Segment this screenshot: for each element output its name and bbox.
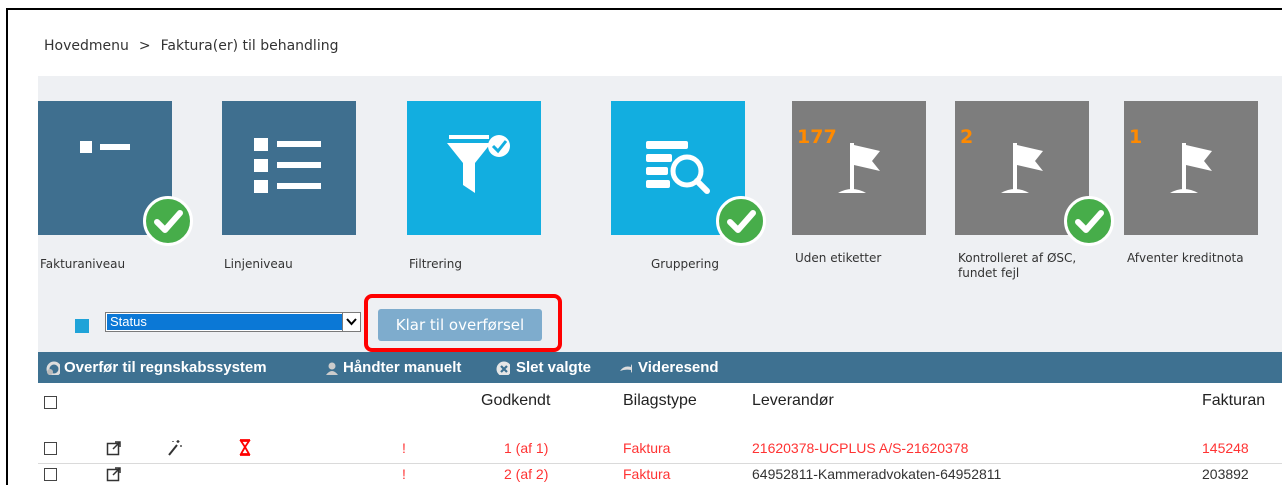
transfer-button[interactable]: Overfør til regnskabssystem bbox=[64, 359, 267, 376]
tile-label-fakturaniveau: Fakturaniveau bbox=[40, 257, 126, 271]
row-supplier: 21620378-UCPLUS A/S-21620378 bbox=[752, 440, 969, 456]
flag-icon bbox=[838, 143, 880, 193]
tile-label-gruppering: Gruppering bbox=[651, 257, 719, 271]
select-all-checkbox[interactable] bbox=[44, 396, 57, 409]
row-checkbox[interactable] bbox=[44, 442, 57, 455]
table-header: Godkendt Bilagstype Leverandør Fakturan bbox=[38, 383, 1282, 421]
tile-uden-etiketter[interactable]: 177 bbox=[792, 101, 926, 235]
tile-afventer-kreditnota[interactable]: 1 bbox=[1124, 101, 1258, 235]
klar-til-overforsel-button[interactable]: Klar til overførsel bbox=[378, 309, 542, 341]
column-header-doc-type[interactable]: Bilagstype bbox=[623, 392, 697, 410]
breadcrumb-home[interactable]: Hovedmenu bbox=[44, 38, 129, 54]
flag-icon bbox=[1170, 143, 1212, 193]
filter-icon bbox=[447, 135, 510, 193]
row-supplier: 64952811-Kammeradvokaten-64952811 bbox=[752, 466, 1002, 482]
tile-label-afventer-kreditnota: Afventer kreditnota bbox=[1127, 251, 1244, 265]
check-icon bbox=[716, 196, 766, 246]
row-invoice: 145248 bbox=[1202, 440, 1249, 456]
open-external-icon[interactable] bbox=[106, 440, 122, 456]
row-checkbox[interactable] bbox=[44, 468, 57, 481]
action-toolbar: Overfør til regnskabssystem Håndter manu… bbox=[38, 352, 1282, 383]
tile-label-linjeniveau: Linjeniveau bbox=[224, 257, 293, 271]
tile-label-filtrering: Filtrering bbox=[409, 257, 462, 271]
delete-selected-button[interactable]: Slet valgte bbox=[516, 359, 591, 376]
breadcrumb-separator: > bbox=[138, 38, 151, 54]
magic-wand-icon[interactable] bbox=[166, 439, 182, 457]
hourglass-icon bbox=[239, 439, 251, 456]
row-flag: ! bbox=[402, 440, 406, 456]
row-approved: 2 (af 2) bbox=[504, 466, 549, 482]
row-invoice: 203892 bbox=[1202, 466, 1249, 482]
column-header-invoice[interactable]: Fakturan bbox=[1202, 392, 1265, 410]
row-doc-type: Faktura bbox=[623, 440, 671, 456]
row-doc-type: Faktura bbox=[623, 466, 671, 482]
handle-manually-button[interactable]: Håndter manuelt bbox=[343, 359, 461, 376]
transfer-icon bbox=[46, 361, 60, 375]
column-header-approved[interactable]: Godkendt bbox=[481, 392, 550, 410]
breadcrumb-current: Faktura(er) til behandling bbox=[160, 38, 339, 54]
open-external-icon[interactable] bbox=[106, 466, 122, 482]
check-icon bbox=[1064, 196, 1114, 246]
column-header-supplier[interactable]: Leverandør bbox=[752, 392, 834, 410]
tile-filtrering[interactable] bbox=[407, 101, 541, 235]
table-row[interactable]: ! 2 (af 2) Faktura 64952811-Kammeradvoka… bbox=[38, 465, 1282, 485]
table-row[interactable]: ! 1 (af 1) Faktura 21620378-UCPLUS A/S-2… bbox=[38, 439, 1282, 461]
chevron-down-icon[interactable] bbox=[342, 313, 360, 331]
forward-button[interactable]: Videresend bbox=[638, 359, 719, 376]
check-icon bbox=[143, 196, 193, 246]
tile-label-uden-etiketter: Uden etiketter bbox=[795, 251, 882, 265]
status-select-value: Status bbox=[107, 314, 342, 330]
app-frame: Hovedmenu > Faktura(er) til behandling Fak… bbox=[6, 8, 1282, 485]
line-level-icon bbox=[254, 138, 321, 193]
view-options-panel: Fakturaniveau Linjeniveau Filtrering Gru… bbox=[38, 76, 1282, 352]
row-divider bbox=[38, 463, 1282, 464]
row-flag: ! bbox=[402, 466, 406, 482]
tile-linjeniveau[interactable] bbox=[222, 101, 356, 235]
row-approved: 1 (af 1) bbox=[504, 440, 549, 456]
status-grouping-icon bbox=[75, 319, 89, 333]
delete-icon bbox=[496, 361, 510, 375]
manual-handle-icon bbox=[326, 362, 338, 375]
status-select[interactable]: Status bbox=[105, 312, 361, 332]
tile-label-kontrolleret: Kontrolleret af ØSC, fundet fejl bbox=[958, 251, 1077, 280]
breadcrumb: Hovedmenu > Faktura(er) til behandling bbox=[44, 38, 338, 54]
forward-icon bbox=[620, 364, 632, 373]
